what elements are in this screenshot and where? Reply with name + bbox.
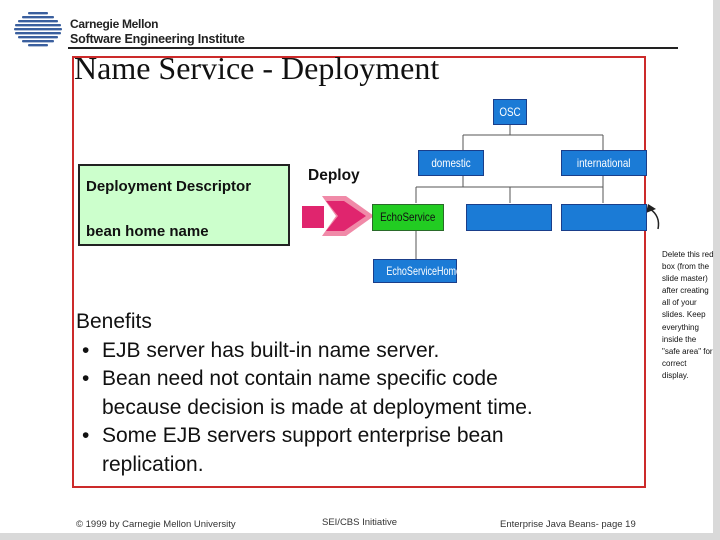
benefit-item: • Some EJB servers support enterprise be… xyxy=(82,424,504,476)
tree-node-blank-2 xyxy=(561,204,647,231)
master-slide-note: Delete this red box (from the slide mast… xyxy=(662,250,714,380)
org-name-line2: Software Engineering Institute xyxy=(70,32,245,46)
benefits-list: • EJB server has built-in name server. •… xyxy=(76,337,533,480)
footer-initiative: SEI/CBS Initiative xyxy=(322,517,397,528)
org-name-line1: Carnegie Mellon xyxy=(70,17,159,31)
sei-wordmark: Carnegie Mellon Software Engineering Ins… xyxy=(70,17,245,47)
descriptor-title: Deployment Descriptor xyxy=(86,178,252,195)
tree-node-echoservicehome: EchoServiceHome xyxy=(373,259,461,283)
descriptor-field: bean home name xyxy=(86,223,209,240)
benefit-item: • Bean need not contain name specific co… xyxy=(82,367,533,419)
footer-copyright: © 1999 by Carnegie Mellon University xyxy=(76,519,236,530)
window-frame-bottom xyxy=(0,533,720,540)
footer-page: Enterprise Java Beans- page 19 xyxy=(500,519,636,530)
tree-node-echoservice: EchoService xyxy=(372,204,444,231)
tree-node-blank-1 xyxy=(466,204,552,231)
bullet-icon: • xyxy=(82,424,90,447)
bullet-icon: • xyxy=(82,367,90,390)
benefits-heading: Benefits xyxy=(76,310,152,333)
window-frame-right xyxy=(713,0,720,540)
callout-arrow-icon xyxy=(649,208,660,230)
tree-node-domestic: domestic xyxy=(418,150,484,176)
tree-node-osc: OSC xyxy=(493,99,527,125)
slide-title: Name Service - Deployment xyxy=(74,50,440,86)
sei-logo-icon xyxy=(14,12,62,47)
benefits-section: Benefits • EJB server has built-in name … xyxy=(76,308,533,479)
title-divider xyxy=(68,47,678,49)
tree-node-international: international xyxy=(561,150,647,176)
bullet-icon: • xyxy=(82,338,90,362)
benefit-item: • EJB server has built-in name server. xyxy=(76,337,533,366)
